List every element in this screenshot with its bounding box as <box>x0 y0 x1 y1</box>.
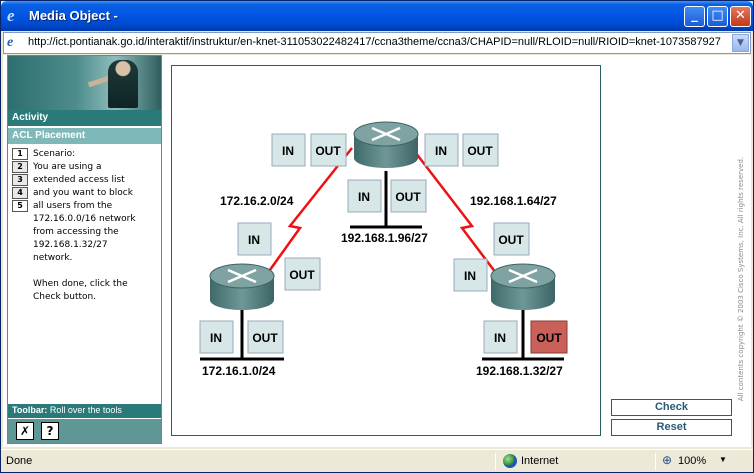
svg-text:OUT: OUT <box>252 331 278 345</box>
help-icon[interactable]: ? <box>41 422 59 440</box>
toolbar-hint: Roll over the tools <box>49 405 122 415</box>
router-left[interactable] <box>209 263 275 310</box>
address-url[interactable]: http://ict.pontianak.go.id/interaktif/in… <box>28 36 728 48</box>
router-center[interactable] <box>353 121 419 168</box>
svg-text:IN: IN <box>435 144 447 158</box>
svg-text:OUT: OUT <box>289 268 315 282</box>
step-button-3[interactable]: 3 <box>12 174 28 186</box>
network-diagram: IN OUT IN OUT IN OUT IN OUT IN OUT OUT I… <box>171 65 601 436</box>
security-zone: Internet <box>521 455 559 467</box>
step-button-5[interactable]: 5 <box>12 200 28 212</box>
page-icon: e <box>7 35 14 50</box>
right-serial-out[interactable]: OUT <box>493 222 530 256</box>
left-serial-out[interactable]: OUT <box>284 257 321 291</box>
svg-text:OUT: OUT <box>395 190 421 204</box>
banner-image <box>8 56 161 110</box>
activity-sidebar: Activity ACL Placement 1 2 3 4 5 Scenari… <box>7 55 162 444</box>
svg-text:IN: IN <box>282 144 294 158</box>
center-lan-out[interactable]: OUT <box>390 179 427 213</box>
scenario-text: Scenario: You are using a extended acces… <box>33 149 136 302</box>
toolbar-label: Toolbar: Roll over the tools <box>8 404 161 418</box>
status-text: Done <box>6 455 33 467</box>
ie-logo-icon: e <box>7 6 15 25</box>
browser-window: e Media Object - _ □ ✕ e http://ict.pont… <box>0 0 754 473</box>
zoom-level[interactable]: 100% <box>678 455 706 467</box>
center-top-right-in[interactable]: IN <box>424 133 459 167</box>
svg-text:OUT: OUT <box>536 331 562 345</box>
toolbar: ✗ ? <box>8 419 161 443</box>
svg-text:OUT: OUT <box>315 144 341 158</box>
zoom-dropdown-icon[interactable]: ▼ <box>719 455 727 464</box>
step-button-4[interactable]: 4 <box>12 187 28 199</box>
diagram-canvas: IN OUT IN OUT IN OUT IN OUT IN OUT OUT I… <box>199 121 568 378</box>
left-link-network-label: 172.16.2.0/24 <box>220 194 294 208</box>
address-dropdown-icon[interactable]: ▼ <box>732 34 749 52</box>
maximize-button[interactable]: □ <box>707 6 728 27</box>
right-lan-out-selected[interactable]: OUT <box>530 320 568 354</box>
close-button[interactable]: ✕ <box>730 6 751 27</box>
left-lan-in[interactable]: IN <box>199 320 234 354</box>
reset-button[interactable]: Reset <box>611 419 732 436</box>
right-serial-in[interactable]: IN <box>453 258 488 292</box>
zoom-icon[interactable]: ⊕ <box>662 453 672 467</box>
router-right[interactable] <box>490 263 556 310</box>
right-link-network-label: 192.168.1.64/27 <box>470 194 557 208</box>
address-bar[interactable]: e http://ict.pontianak.go.id/interaktif/… <box>3 32 751 54</box>
step-button-2[interactable]: 2 <box>12 161 28 173</box>
center-lan-network-label: 192.168.1.96/27 <box>341 231 428 245</box>
left-serial-in[interactable]: IN <box>237 222 272 256</box>
status-bar: Done Internet ⊕ 100% ▼ <box>1 449 753 472</box>
center-top-left-out[interactable]: OUT <box>310 133 347 167</box>
svg-text:IN: IN <box>210 331 222 345</box>
right-lan-network-label: 192.168.1.32/27 <box>476 364 563 378</box>
internet-zone-icon <box>503 454 517 468</box>
step-button-1[interactable]: 1 <box>12 148 28 160</box>
title-bar[interactable]: e Media Object - _ □ ✕ <box>1 1 753 31</box>
svg-text:OUT: OUT <box>498 233 524 247</box>
window-title: Media Object - <box>29 8 118 23</box>
toolbar-title: Toolbar: <box>12 405 48 415</box>
activity-heading: Activity <box>8 110 161 126</box>
right-lan-in[interactable]: IN <box>483 320 518 354</box>
svg-text:IN: IN <box>494 331 506 345</box>
svg-text:IN: IN <box>248 233 260 247</box>
copyright-text: All contents copyright © 2003 Cisco Syst… <box>737 156 745 402</box>
left-lan-out[interactable]: OUT <box>247 320 284 354</box>
center-top-left-in[interactable]: IN <box>271 133 306 167</box>
page-content: Activity ACL Placement 1 2 3 4 5 Scenari… <box>3 55 751 447</box>
svg-text:IN: IN <box>358 190 370 204</box>
left-lan-network-label: 172.16.1.0/24 <box>202 364 276 378</box>
exit-icon[interactable]: ✗ <box>16 422 34 440</box>
svg-text:IN: IN <box>464 269 476 283</box>
activity-title: ACL Placement <box>8 128 161 144</box>
check-button[interactable]: Check <box>611 399 732 416</box>
center-lan-in[interactable]: IN <box>347 179 382 213</box>
minimize-button[interactable]: _ <box>684 6 705 27</box>
svg-text:OUT: OUT <box>467 144 493 158</box>
step-list: 1 2 3 4 5 <box>12 148 28 213</box>
center-top-right-out[interactable]: OUT <box>462 133 499 167</box>
copyright-notice: All contents copyright © 2003 Cisco Syst… <box>736 115 746 445</box>
